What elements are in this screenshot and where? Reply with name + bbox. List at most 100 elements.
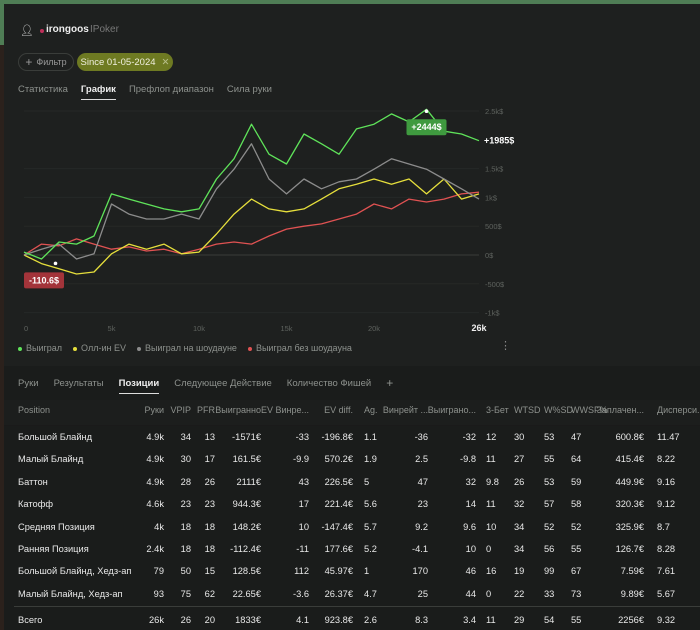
table-row[interactable]: Большой Блайнд, Хедз-ап 79 50 15 128.5€ 112 45… xyxy=(4,564,700,580)
tab-stack-size[interactable]: Количество Фишей xyxy=(287,378,371,394)
table-cell: 0 xyxy=(486,588,492,599)
sub-tabs: Руки Результаты Позиции Следующее Действ… xyxy=(18,376,393,394)
tab-positions[interactable]: Позиции xyxy=(118,378,160,394)
tab-next-action[interactable]: Следующее Действие xyxy=(174,378,272,394)
more-options-icon[interactable]: ⋮ xyxy=(500,339,511,352)
chart-legend: Выиграл Олл-ин EV Выиграл на шоудауне Вы… xyxy=(18,343,352,353)
table-cell: 34 xyxy=(514,521,525,532)
column-header[interactable]: VPIP xyxy=(170,405,191,415)
column-header[interactable]: Выиграно... xyxy=(428,405,476,415)
table-cell: 55 xyxy=(571,544,582,554)
table-row[interactable]: Катофф 4.6k 23 23 944.3€ 17 221.4€ 5.6 23 14 11 32 5… xyxy=(4,497,700,513)
table-cell: 1 xyxy=(364,566,370,577)
table-cell: 9.6 xyxy=(463,521,476,532)
user-icon[interactable]: 👤︎ xyxy=(20,24,34,37)
profit-chart[interactable]: 2.5k$ 1.5k$ 1k$ 500$ 0$ -500$ -1k$ 0 5k 10k 15k 20k… xyxy=(0,95,520,335)
table-cell: 44 xyxy=(465,588,476,599)
table-cell: 26 xyxy=(180,615,191,625)
column-header[interactable]: Position xyxy=(18,405,50,415)
table-cell: -112.4€ xyxy=(230,544,261,554)
column-header[interactable]: Выигранно xyxy=(215,405,261,415)
table-cell: 8.3 xyxy=(415,615,428,625)
table-cell: 53 xyxy=(544,432,555,442)
legend-dot xyxy=(136,346,141,351)
series-line-2[interactable] xyxy=(23,143,480,260)
stats-panel: Руки Результаты Позиции Следующее Действ… xyxy=(4,366,700,630)
table-cell: 30 xyxy=(514,432,525,442)
table-cell: 14 xyxy=(465,499,476,510)
table-cell: 9.2 xyxy=(415,521,428,532)
table-cell: 59 xyxy=(571,476,582,487)
table-cell: Средняя Позиция xyxy=(18,521,95,532)
table-cell: Малый Блайнд, Хедз-ап xyxy=(18,588,123,599)
column-header[interactable]: Руки xyxy=(145,405,164,415)
x-tick-label: 20k xyxy=(368,324,380,333)
date-filter-chip[interactable]: Since 01-05-2024 ✕ xyxy=(77,53,173,71)
table-cell: -32 xyxy=(462,432,476,442)
legend-label: Выиграл xyxy=(26,343,63,353)
column-header[interactable]: Винрейт ... xyxy=(383,405,428,415)
table-cell: 50 xyxy=(180,566,191,577)
table-cell: 148.2€ xyxy=(232,521,261,532)
legend-item-non-showdown[interactable]: Выиграл без шоудауна xyxy=(247,343,352,353)
table-cell: 57 xyxy=(544,499,555,510)
table-cell: 4.6k xyxy=(146,499,164,510)
table-cell: 67 xyxy=(571,566,582,577)
legend-label: Олл-ин EV xyxy=(81,343,126,353)
column-header[interactable]: WTSD xyxy=(514,405,541,415)
table-cell: 75 xyxy=(180,588,191,599)
table-cell: -11 xyxy=(296,544,309,554)
total-row[interactable]: Всего 26k 26 20 1833€ 4.1 923.8€ 2.6 8.3 3.4 11 29 5… xyxy=(4,613,700,629)
table-cell: 99 xyxy=(544,566,555,577)
column-header[interactable]: PFR xyxy=(197,405,215,415)
column-header[interactable]: W%SD xyxy=(544,405,573,415)
table-row[interactable]: Малый Блайнд 4.9k 30 17 161.5€ -9.9 570.2€ 1.9 2… xyxy=(4,452,700,468)
table-cell: 570.2€ xyxy=(324,454,353,465)
legend-item-showdown[interactable]: Выиграл на шоудауне xyxy=(136,343,237,353)
table-cell: 8.22 xyxy=(657,454,676,465)
table-row[interactable]: Баттон 4.9k 28 26 2111€ 43 226.5€ 5 47 32 9.8 26 53 5… xyxy=(4,475,700,491)
table-row[interactable]: Большой Блайнд 4.9k 34 13 -1571€ -33 -196.8€ 1.… xyxy=(4,430,700,446)
table-cell: 325.9€ xyxy=(615,521,644,532)
table-row[interactable]: Средняя Позиция 4k 18 18 148.2€ 10 -147.4€ 5.7 9… xyxy=(4,520,700,536)
legend-dot xyxy=(247,346,252,351)
add-filter-button[interactable]: + Фильтр xyxy=(18,53,74,71)
tab-results[interactable]: Результаты xyxy=(54,378,104,394)
table-cell: 320.3€ xyxy=(615,499,644,510)
table-cell: 5.7 xyxy=(364,521,377,532)
table-cell: 29 xyxy=(514,615,525,625)
close-icon[interactable]: ✕ xyxy=(162,57,170,68)
table-cell: 4.9k xyxy=(146,454,164,465)
column-header[interactable]: Ag. xyxy=(364,405,378,415)
column-header[interactable]: Заплачен... xyxy=(596,405,644,415)
table-cell: 26 xyxy=(204,476,215,487)
table-cell: 221.4€ xyxy=(324,499,353,510)
table-cell: 23 xyxy=(204,499,215,510)
column-header[interactable]: EV diff. xyxy=(324,405,353,415)
table-cell: 4.1 xyxy=(296,615,309,625)
table-cell: 4.9k xyxy=(146,476,164,487)
table-cell: 26 xyxy=(514,476,525,487)
table-cell: 600.8€ xyxy=(615,432,644,442)
table-cell: 11.47 xyxy=(657,432,680,442)
table-cell: -36 xyxy=(414,432,428,442)
column-header[interactable]: EV Винре... xyxy=(261,405,309,415)
legend-item-allin-ev[interactable]: Олл-ин EV xyxy=(73,343,126,353)
column-header[interactable]: Дисперси... xyxy=(657,405,700,415)
table-cell: 11 xyxy=(486,454,496,465)
series-line-3[interactable] xyxy=(23,191,480,256)
table-cell: 10 xyxy=(486,521,497,532)
tab-hands[interactable]: Руки xyxy=(18,378,39,394)
table-cell: -1571€ xyxy=(232,432,261,442)
table-cell: 46 xyxy=(465,566,476,577)
add-tab-button[interactable]: + xyxy=(386,376,393,394)
legend-item-won[interactable]: Выиграл xyxy=(18,343,62,353)
table-row[interactable]: Ранняя Позиция 2.4k 18 18 -112.4€ -11 177.6€ 5.… xyxy=(4,542,700,558)
table-cell: 16 xyxy=(486,566,497,577)
table-cell: 5.2 xyxy=(364,544,377,554)
filter-label: Фильтр xyxy=(36,57,67,67)
table-row[interactable]: Малый Блайнд, Хедз-ап 93 75 62 22.65€ -3.6 26.… xyxy=(4,587,700,603)
table-cell: 22 xyxy=(514,588,525,599)
column-header[interactable]: 3-Бет xyxy=(486,405,509,415)
date-filter-label: Since 01-05-2024 xyxy=(80,56,156,68)
